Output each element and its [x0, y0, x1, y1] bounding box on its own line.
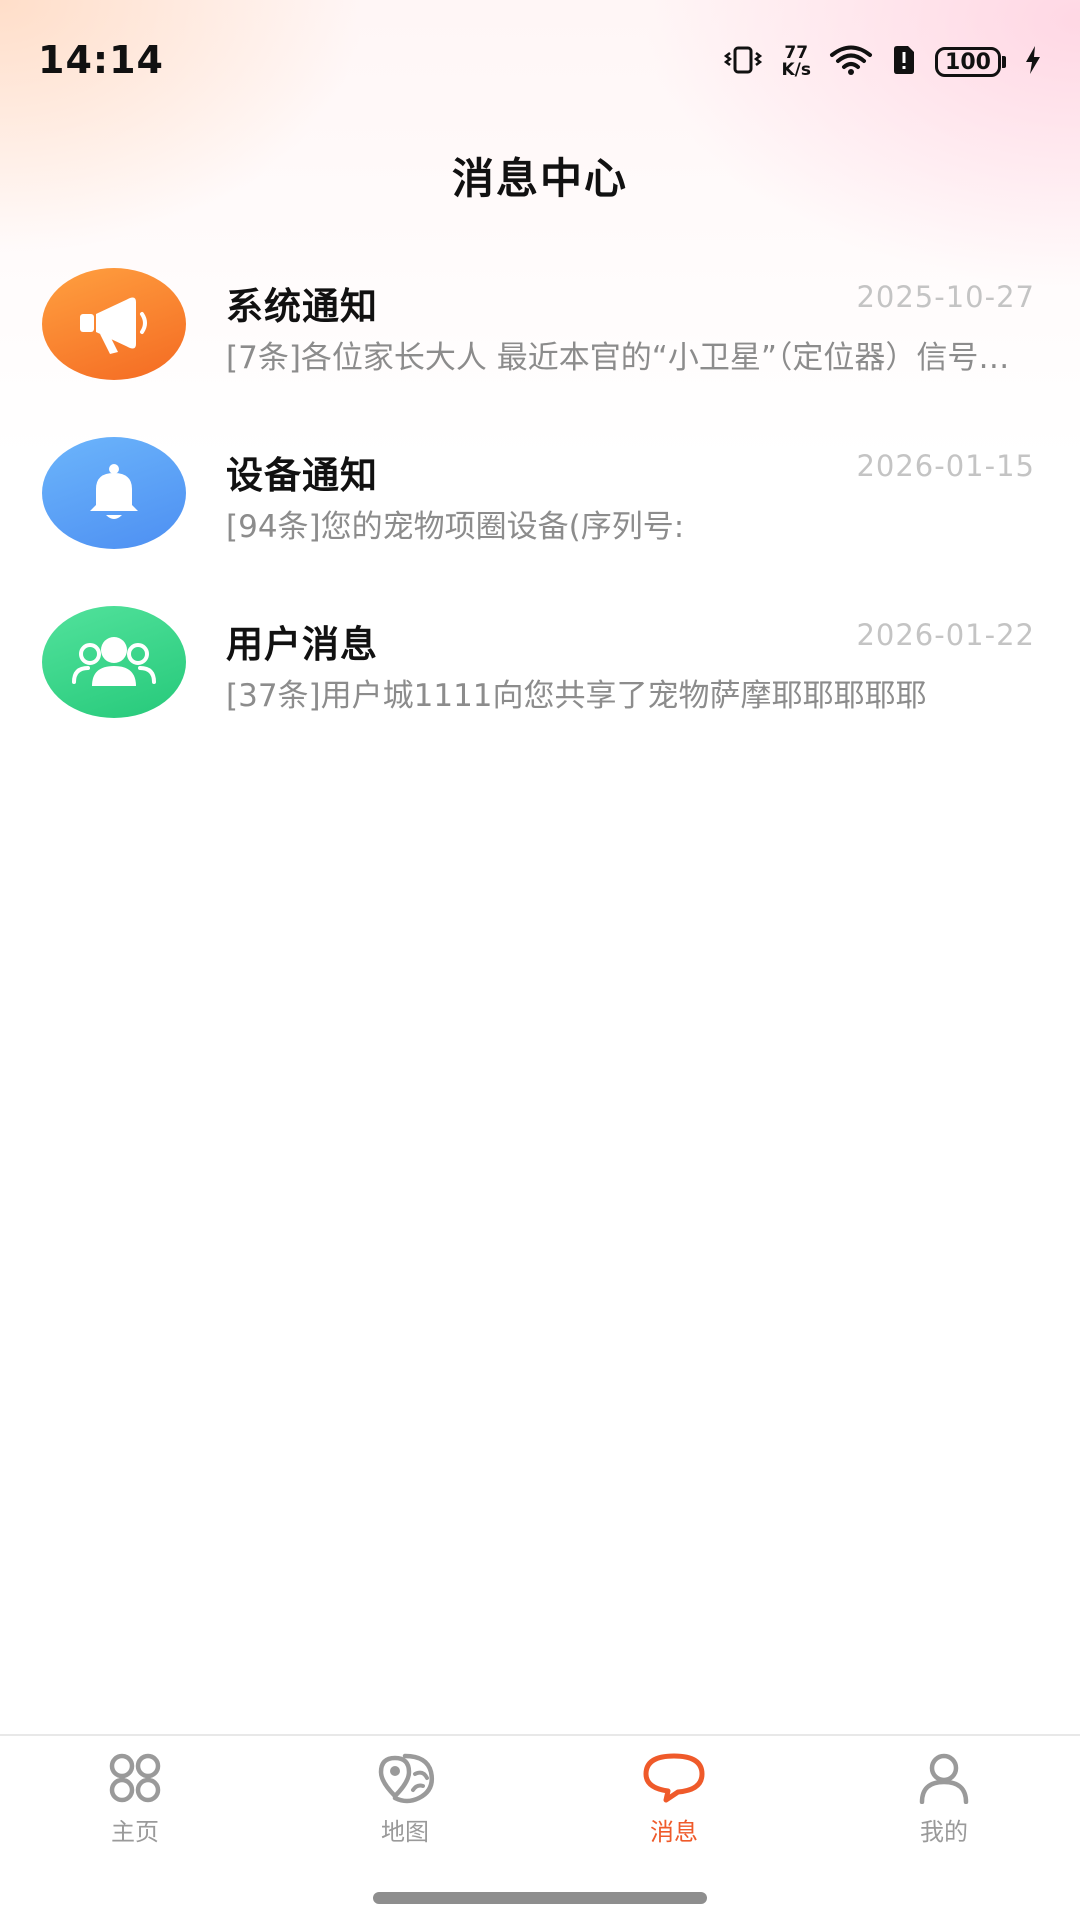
message-item-system[interactable]: 系统通知 2025-10-27 [7条]各位家长大人 最近本官的“小卫星”（定位… — [0, 268, 1080, 438]
nav-tab-profile[interactable]: 我的 — [864, 1752, 1024, 1852]
battery-level: 100 — [935, 47, 1001, 77]
message-preview: [7条]各位家长大人 最近本官的“小卫星”（定位器）信号有点不稳定 — [226, 340, 1036, 376]
message-icon — [642, 1752, 706, 1808]
message-title: 设备通知 — [226, 454, 378, 497]
profile-icon — [916, 1752, 972, 1808]
nav-tab-home[interactable]: 主页 — [55, 1752, 215, 1852]
megaphone-icon — [42, 268, 186, 380]
status-bar: 14:14 77 K/s 100 — [0, 0, 1080, 120]
status-time: 14:14 — [38, 38, 164, 82]
message-item-device[interactable]: 设备通知 2026-01-15 [94条]您的宠物项圈设备(序列号: — [0, 437, 1080, 607]
vibrate-icon — [723, 45, 763, 79]
network-speed: 77 K/s — [781, 45, 811, 79]
sim-alert-icon — [891, 45, 917, 79]
home-indicator[interactable] — [373, 1892, 707, 1904]
network-speed-unit: K/s — [781, 60, 811, 80]
nav-tab-messages[interactable]: 消息 — [594, 1752, 754, 1852]
message-item-user[interactable]: 用户消息 2026-01-22 [37条]用户城1111向您共享了宠物萨摩耶耶耶… — [0, 606, 1080, 776]
home-grid-icon — [105, 1752, 165, 1808]
message-title: 系统通知 — [226, 285, 378, 328]
battery-icon: 100 — [935, 47, 1006, 77]
nav-label: 主页 — [111, 1818, 159, 1846]
message-center-screen: 14:14 77 K/s 100 消息中心 系统通知 2025-10-27 [7… — [0, 0, 1080, 1920]
map-icon — [373, 1752, 437, 1808]
message-preview: [37条]用户城1111向您共享了宠物萨摩耶耶耶耶耶 — [226, 678, 927, 714]
message-preview: [94条]您的宠物项圈设备(序列号: — [226, 509, 685, 545]
nav-label: 消息 — [650, 1818, 698, 1846]
nav-label: 地图 — [381, 1818, 429, 1846]
charging-icon — [1024, 45, 1042, 79]
message-title: 用户消息 — [226, 623, 378, 666]
wifi-icon — [829, 44, 873, 80]
nav-label: 我的 — [920, 1818, 968, 1846]
message-date: 2026-01-15 — [856, 449, 1035, 483]
message-date: 2025-10-27 — [856, 280, 1035, 314]
page-title: 消息中心 — [451, 154, 628, 203]
bell-icon — [42, 437, 186, 549]
message-date: 2026-01-22 — [856, 618, 1035, 652]
status-icons: 77 K/s 100 — [723, 42, 1042, 82]
users-icon — [42, 606, 186, 718]
nav-tab-map[interactable]: 地图 — [325, 1752, 485, 1852]
